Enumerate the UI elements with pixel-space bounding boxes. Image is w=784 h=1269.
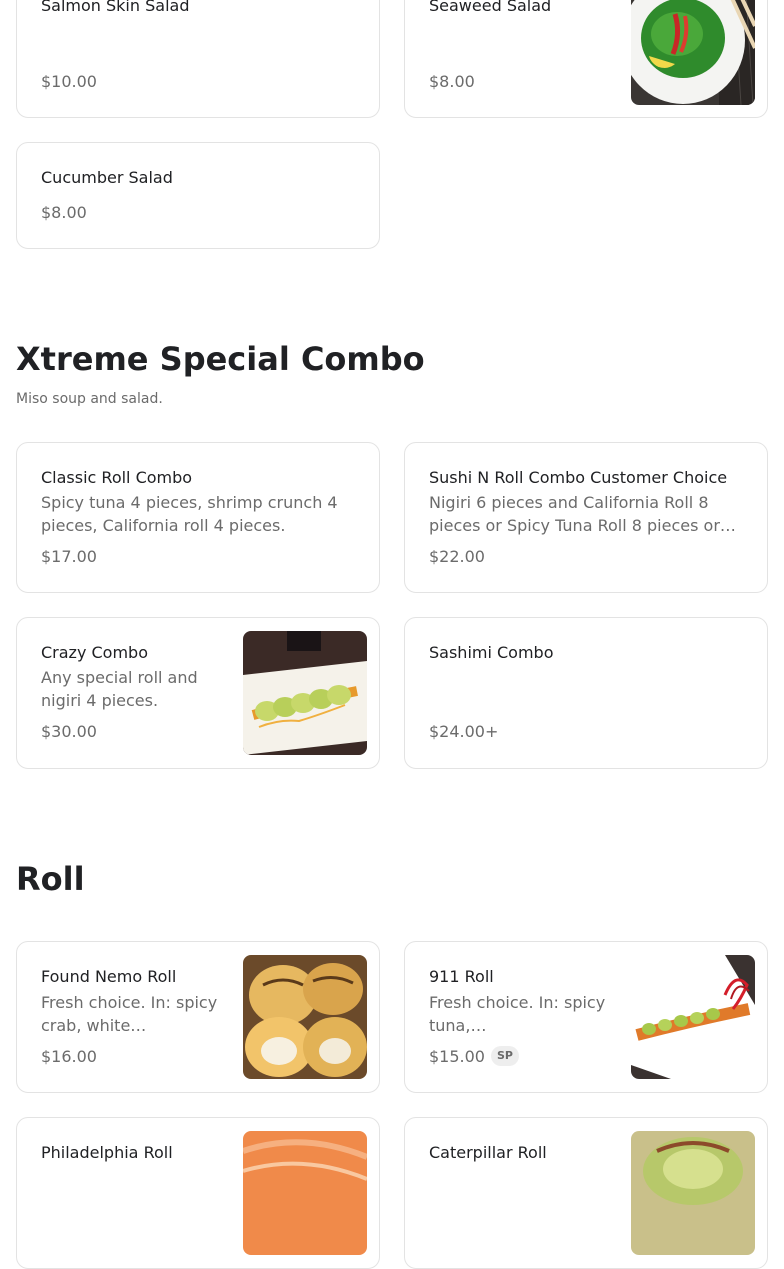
philadelphia-roll-photo bbox=[243, 1131, 367, 1255]
menu-item-name: Found Nemo Roll bbox=[41, 967, 177, 986]
menu-item-price: $30.00 bbox=[41, 722, 97, 741]
menu-item-name: Crazy Combo bbox=[41, 643, 148, 662]
menu-item-card[interactable]: Classic Roll Combo Spicy tuna 4 pieces, … bbox=[16, 442, 380, 593]
menu-item-card[interactable]: Sushi N Roll Combo Customer Choice Nigir… bbox=[404, 442, 768, 593]
menu-item-price: $10.00 bbox=[41, 72, 97, 91]
section-description: Miso soup and salad. bbox=[16, 391, 163, 407]
menu-item-card[interactable]: Cucumber Salad $8.00 bbox=[16, 142, 380, 249]
menu-item-name: Salmon Skin Salad bbox=[41, 0, 190, 15]
menu-item-card[interactable]: Caterpillar Roll bbox=[404, 1117, 768, 1269]
menu-item-description: Nigiri 6 pieces and California Roll 8 pi… bbox=[429, 493, 736, 535]
section-title: Xtreme Special Combo bbox=[16, 340, 425, 378]
menu-item-card[interactable]: Salmon Skin Salad $10.00 bbox=[16, 0, 380, 118]
menu-item-name: Sushi N Roll Combo Customer Choice bbox=[429, 468, 728, 487]
menu-item-card[interactable]: Seaweed Salad $8.00 bbox=[404, 0, 768, 118]
menu-item-description: Fresh choice. In: spicy tuna,… bbox=[429, 993, 606, 1035]
menu-item-name: Classic Roll Combo bbox=[41, 468, 193, 487]
menu-item-description: Fresh choice. In: spicy crab, white… bbox=[41, 993, 218, 1035]
menu-item-card[interactable]: Found Nemo Roll Fresh choice. In: spicy … bbox=[16, 941, 380, 1093]
menu-item-name: Philadelphia Roll bbox=[41, 1143, 173, 1162]
menu-item-card[interactable]: Philadelphia Roll bbox=[16, 1117, 380, 1269]
seaweed-salad-photo bbox=[631, 0, 755, 105]
menu-item-name: Cucumber Salad bbox=[41, 168, 173, 187]
menu-item-card[interactable]: Sashimi Combo $24.00+ bbox=[404, 617, 768, 769]
menu-item-name: 911 Roll bbox=[429, 967, 494, 986]
menu-item-name: Sashimi Combo bbox=[429, 643, 554, 662]
menu-item-price: $8.00 bbox=[429, 72, 475, 91]
menu-item-price: $16.00 bbox=[41, 1047, 97, 1066]
section-title: Roll bbox=[16, 860, 85, 898]
menu-item-description: Spicy tuna 4 pieces, shrimp crunch 4 pie… bbox=[41, 493, 338, 535]
menu-item-card[interactable]: 911 Roll Fresh choice. In: spicy tuna,… … bbox=[404, 941, 768, 1093]
found-nemo-roll-photo bbox=[243, 955, 367, 1079]
menu-item-price: $15.00 bbox=[429, 1047, 485, 1066]
menu-item-price: $8.00 bbox=[41, 203, 87, 222]
menu-item-price: $24.00+ bbox=[429, 722, 499, 741]
menu-item-description: Any special roll and nigiri 4 pieces. bbox=[41, 668, 198, 710]
menu-item-price: $17.00 bbox=[41, 547, 97, 566]
menu-item-price: $22.00 bbox=[429, 547, 485, 566]
caterpillar-roll-photo bbox=[631, 1131, 755, 1255]
911-roll-photo bbox=[631, 955, 755, 1079]
menu-item-card[interactable]: Crazy Combo Any special roll and nigiri … bbox=[16, 617, 380, 769]
spicy-badge: SP bbox=[491, 1046, 519, 1066]
menu-item-name: Seaweed Salad bbox=[429, 0, 552, 15]
menu-item-name: Caterpillar Roll bbox=[429, 1143, 547, 1162]
crazy-combo-photo bbox=[243, 631, 367, 755]
